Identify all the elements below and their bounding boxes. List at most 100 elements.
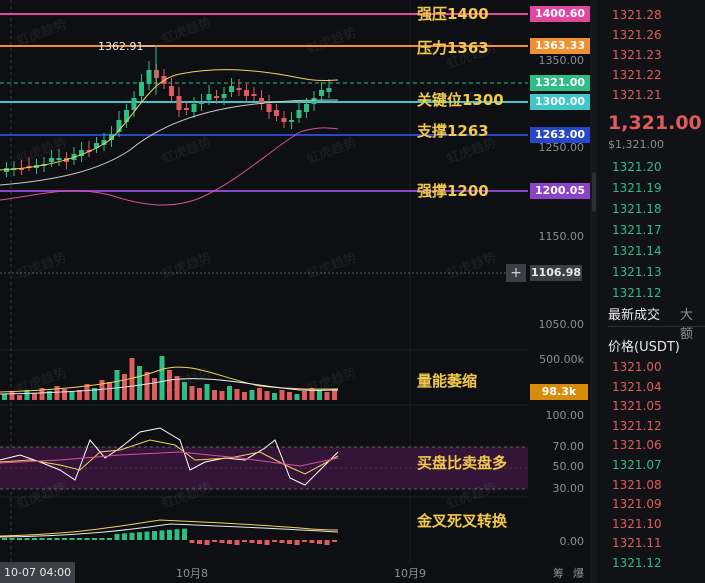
ask-row[interactable]: 1321.21 [612, 88, 662, 102]
trade-row: 1321.05 [612, 399, 662, 414]
macd-bar [24, 538, 30, 540]
bid-row[interactable]: 1321.18 [612, 202, 662, 216]
volume-bar [144, 372, 150, 400]
trade-row: 1321.08 [612, 477, 662, 492]
annotation-strong-support: 强撑1200 [417, 182, 489, 200]
trade-row: 1321.10 [612, 516, 662, 531]
candle [214, 96, 219, 98]
panel-separator [590, 0, 597, 583]
bid-row[interactable]: 1321.13 [612, 265, 662, 279]
liquidation-button[interactable]: 爆 [573, 565, 584, 581]
candle [199, 102, 204, 104]
macd-bar [92, 538, 97, 540]
axis-label: 0.00 [559, 535, 585, 548]
bid-row[interactable]: 1321.20 [612, 160, 662, 174]
macd-bar [2, 538, 7, 540]
price-tag-1400: 1400.60 [530, 6, 590, 22]
candle [206, 94, 212, 100]
crosshair-plus-icon[interactable]: + [506, 264, 526, 282]
macd-bar [159, 530, 165, 540]
volume-bar [234, 389, 240, 400]
macd-bar [212, 540, 217, 542]
last-price: 1,321.00 [608, 112, 702, 134]
ask-row[interactable]: 1321.22 [612, 68, 662, 82]
macd-bar [32, 538, 37, 540]
ask-row[interactable]: 1321.28 [612, 8, 662, 22]
volume-bar [287, 392, 292, 400]
tab-large-trades[interactable]: 大额 [680, 304, 705, 342]
chart-area[interactable]: 1362.91 强压1400 压力1363 关键位1300 支撑1263 强撑1… [0, 0, 528, 562]
price-tag-current: 1321.00 [530, 75, 590, 91]
axis-label: 30.00 [552, 482, 585, 495]
scroll-handle[interactable] [592, 172, 596, 212]
candle [169, 86, 174, 96]
candle [236, 88, 242, 90]
macd-bar [324, 540, 330, 545]
macd-bar [182, 528, 187, 540]
volume-bar [242, 392, 247, 400]
candle [289, 120, 294, 122]
candle [56, 158, 62, 160]
candle [146, 70, 152, 84]
macd-bar [302, 540, 307, 542]
macd-bar [167, 529, 172, 540]
last-price-usd: $1,321.00 [608, 138, 664, 151]
macd-bar [114, 534, 120, 540]
macd-bar [317, 540, 322, 544]
volume-bar [279, 390, 285, 400]
macd-bar [219, 540, 225, 543]
axis-label: 500.00k [539, 353, 584, 366]
macd-bar [84, 538, 90, 540]
macd-bar [99, 538, 105, 540]
macd-bar [189, 540, 195, 543]
price-tag-crosshair: 1106.98 [530, 265, 582, 281]
price-tag-volume: 98.3k [530, 384, 588, 400]
macd-bar [272, 540, 277, 542]
annotation-key-level: 关键位1300 [417, 91, 504, 109]
bid-row[interactable]: 1321.17 [612, 223, 662, 237]
trades-divider [608, 326, 705, 327]
trade-row: 1321.12 [612, 418, 662, 433]
candle [274, 110, 279, 116]
bid-row[interactable]: 1321.14 [612, 244, 662, 258]
volume-bar [114, 370, 120, 400]
candle [131, 98, 137, 110]
candle [251, 94, 257, 96]
macd-bar [332, 540, 337, 542]
macd-bar [227, 540, 232, 544]
candle [139, 82, 144, 96]
volume-bar [332, 389, 337, 400]
candle [176, 96, 182, 110]
candle [326, 88, 332, 92]
macd-bar [197, 540, 202, 544]
tab-latest-trades[interactable]: 最新成交 [608, 304, 660, 323]
candle [296, 110, 302, 118]
macd-bar [17, 538, 22, 540]
macd-bar [152, 531, 157, 540]
bid-row[interactable]: 1321.12 [612, 286, 662, 300]
ask-row[interactable]: 1321.26 [612, 28, 662, 42]
chip-distribution-button[interactable]: 筹 [553, 565, 564, 581]
candle [281, 118, 287, 122]
ask-row[interactable]: 1321.23 [612, 48, 662, 62]
volume-bar [32, 393, 37, 400]
price-column-header: 价格(USDT) [608, 340, 680, 355]
trade-row: 1321.07 [612, 458, 662, 472]
volume-bar [212, 390, 217, 400]
annotation-cross: 金叉死叉转换 [417, 512, 508, 530]
macd-bar [264, 540, 270, 545]
bid-row[interactable]: 1321.19 [612, 181, 662, 195]
trade-row: 1321.12 [612, 556, 662, 570]
trade-row: 1321.11 [612, 536, 662, 551]
candle [304, 104, 309, 112]
annotation-volume: 量能萎缩 [417, 372, 478, 390]
volume-bar [54, 386, 60, 400]
time-label: 10月8 [176, 567, 208, 580]
volume-bar [197, 388, 202, 400]
candle [49, 158, 54, 162]
candle [244, 90, 249, 96]
volume-bar [249, 390, 255, 400]
macd-bar [174, 529, 180, 540]
macd-bar [122, 533, 127, 540]
volume-bar [294, 394, 300, 400]
